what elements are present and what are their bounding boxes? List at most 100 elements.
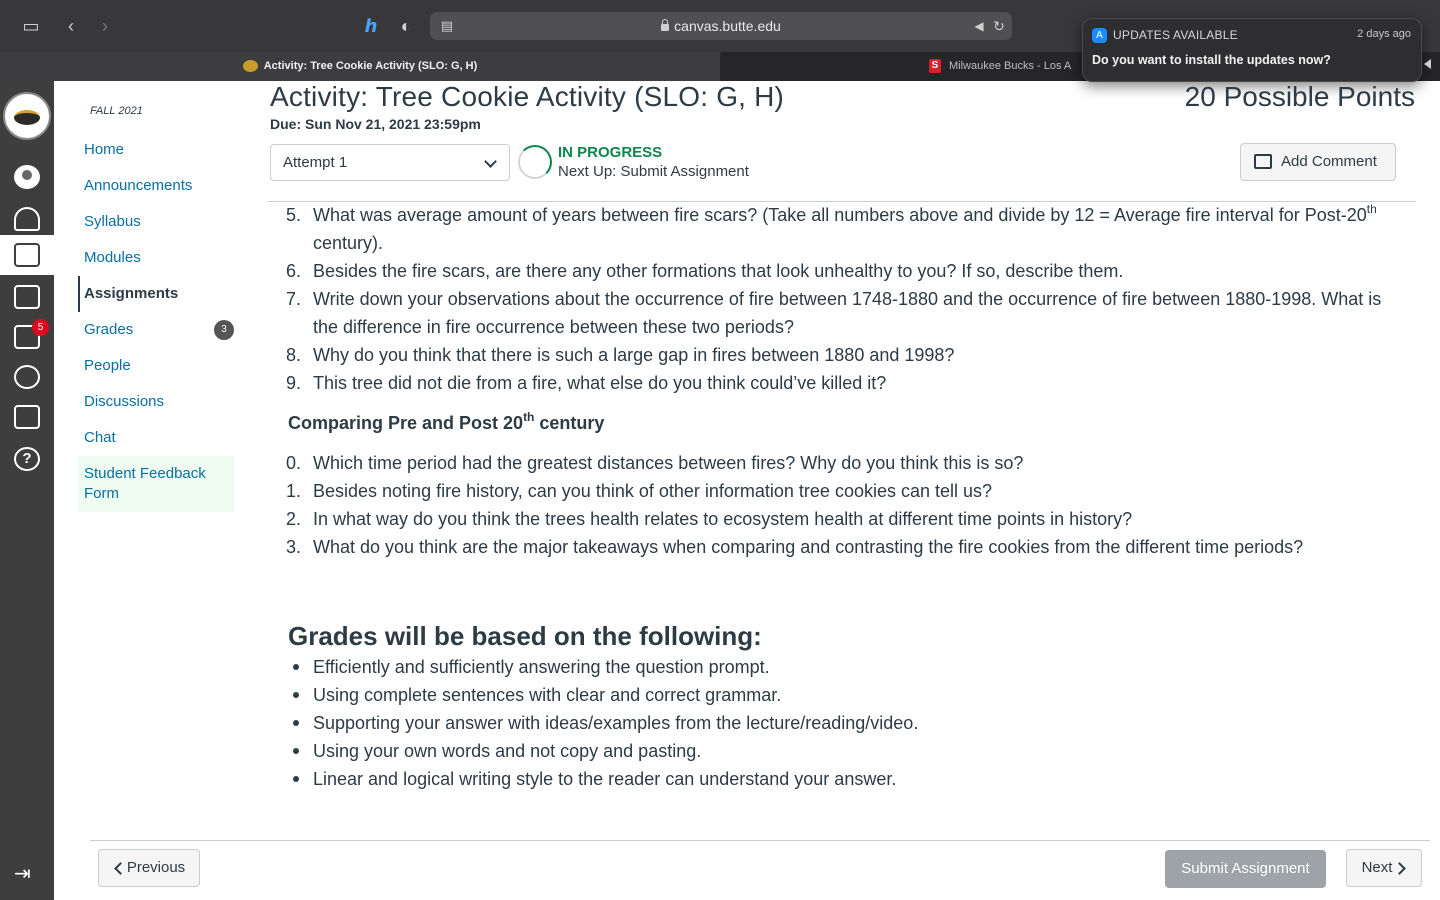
next-label: Next bbox=[1361, 859, 1393, 876]
next-button[interactable]: Next bbox=[1346, 849, 1422, 887]
nav-help[interactable]: ? bbox=[0, 439, 54, 479]
lock-icon bbox=[661, 19, 670, 31]
account-icon bbox=[14, 165, 40, 189]
questions-list: 5. What was average amount of years betwe… bbox=[286, 201, 1398, 397]
back-icon[interactable]: ‹ bbox=[58, 13, 84, 39]
list-item: 9. This tree did not die from a fire, wha… bbox=[286, 369, 1398, 397]
question-number: 6. bbox=[286, 261, 302, 281]
list-item: 7. Write down your observations about the… bbox=[286, 285, 1398, 341]
nav-inbox[interactable]: 5 bbox=[0, 317, 54, 357]
url-text: canvas.butte.edu bbox=[674, 18, 781, 34]
global-nav: 5 ? ⇥ bbox=[0, 81, 54, 900]
heading-text: Comparing Pre and Post 20 bbox=[288, 413, 524, 433]
list-item: Efficiently and sufficiently answering t… bbox=[288, 653, 1398, 681]
grades-badge: 3 bbox=[214, 320, 234, 340]
course-nav-student-feedback[interactable]: Student Feedback Form bbox=[78, 456, 234, 512]
course-nav-announcements[interactable]: Announcements bbox=[78, 168, 234, 204]
shield-icon[interactable]: ◐ bbox=[393, 13, 419, 39]
heading-text: century bbox=[534, 413, 605, 433]
question-text: Write down your observations about the o… bbox=[313, 289, 1382, 337]
course-nav-home[interactable]: Home bbox=[78, 132, 234, 168]
superscript: th bbox=[1366, 202, 1377, 216]
list-item: 2. In what way do you think the trees hea… bbox=[286, 505, 1398, 533]
question-text: century). bbox=[313, 233, 384, 253]
list-item: Using your own words and not copy and pa… bbox=[288, 737, 1398, 765]
nav-calendar[interactable] bbox=[0, 277, 54, 317]
previous-label: Previous bbox=[126, 859, 186, 876]
tab-activity[interactable]: Activity: Tree Cookie Activity (SLO: G, … bbox=[0, 52, 720, 81]
question-text: What do you think are the major takeaway… bbox=[313, 537, 1304, 557]
status-badge: IN PROGRESS bbox=[558, 144, 663, 161]
next-up-text: Next Up: Submit Assignment bbox=[558, 163, 749, 180]
submit-assignment-button[interactable]: Submit Assignment bbox=[1165, 850, 1326, 888]
question-number: 1. bbox=[286, 481, 302, 501]
list-item: Linear and logical writing style to the … bbox=[288, 765, 1398, 793]
nav-courses[interactable] bbox=[0, 235, 54, 275]
progress-ring-icon bbox=[518, 145, 552, 179]
s-favicon-icon: S bbox=[929, 59, 941, 74]
add-comment-button[interactable]: Add Comment bbox=[1240, 143, 1396, 181]
question-number: 0. bbox=[286, 453, 302, 473]
chevron-right-icon bbox=[1393, 862, 1406, 875]
comparing-heading: Comparing Pre and Post 20th century bbox=[288, 409, 1398, 437]
butte-favicon-icon bbox=[242, 60, 258, 73]
grades-heading: Grades will be based on the following: bbox=[288, 621, 762, 651]
grading-criteria-list: Efficiently and sufficiently answering t… bbox=[288, 653, 1398, 793]
course-nav-assignments[interactable]: Assignments bbox=[78, 276, 234, 312]
course-nav-grades[interactable]: Grades 3 bbox=[78, 312, 234, 348]
nav-commons[interactable] bbox=[0, 397, 54, 437]
course-nav-syllabus[interactable]: Syllabus bbox=[78, 204, 234, 240]
attempt-select[interactable]: Attempt 1 bbox=[270, 144, 510, 181]
assignment-content: 5. What was average amount of years betwe… bbox=[286, 201, 1398, 793]
tab-overflow-icon[interactable] bbox=[1424, 59, 1431, 69]
tab-label: Activity: Tree Cookie Activity (SLO: G, … bbox=[263, 60, 478, 72]
tab-label: Milwaukee Bucks - Los A bbox=[949, 60, 1072, 72]
course-nav-chat[interactable]: Chat bbox=[78, 420, 234, 456]
nav-dashboard[interactable] bbox=[0, 199, 54, 239]
list-item: Supporting your answer with ideas/exampl… bbox=[288, 709, 1398, 737]
commons-icon bbox=[14, 405, 40, 429]
calendar-icon bbox=[14, 285, 40, 309]
address-bar[interactable]: ▤ canvas.butte.edu ◀ ↻ bbox=[430, 12, 1012, 40]
add-comment-label: Add Comment bbox=[1281, 153, 1377, 170]
question-number: 8. bbox=[286, 345, 302, 365]
butte-college-logo[interactable] bbox=[3, 92, 51, 140]
term-label: FALL 2021 bbox=[90, 105, 143, 117]
extension-icon[interactable]: ℎ bbox=[358, 13, 384, 39]
possible-points: 20 Possible Points bbox=[1184, 81, 1415, 112]
question-text: Why do you think that there is such a la… bbox=[313, 345, 955, 365]
list-item: 8. Why do you think that there is such a … bbox=[286, 341, 1398, 369]
nav-account[interactable] bbox=[0, 157, 54, 197]
nav-history[interactable] bbox=[0, 357, 54, 397]
forward-icon[interactable]: › bbox=[92, 13, 118, 39]
question-text: This tree did not die from a fire, what … bbox=[313, 373, 887, 393]
reload-icon[interactable]: ↻ bbox=[986, 13, 1012, 39]
attempt-value: Attempt 1 bbox=[283, 154, 348, 171]
question-text: In what way do you think the trees healt… bbox=[313, 509, 1133, 529]
sidebar-toggle-icon[interactable]: ▭ bbox=[18, 13, 44, 39]
question-text: Which time period had the greatest dista… bbox=[313, 453, 1024, 473]
list-item: 5. What was average amount of years betwe… bbox=[286, 201, 1398, 257]
collapse-nav-icon[interactable]: ⇥ bbox=[14, 864, 42, 884]
previous-button[interactable]: Previous bbox=[98, 849, 200, 887]
course-nav: FALL 2021 Home Announcements Syllabus Mo… bbox=[54, 81, 268, 900]
course-nav-discussions[interactable]: Discussions bbox=[78, 384, 234, 420]
course-nav-people[interactable]: People bbox=[78, 348, 234, 384]
clock-icon bbox=[14, 365, 40, 389]
chevron-down-icon bbox=[484, 155, 497, 168]
list-item: 1. Besides noting fire history, can you t… bbox=[286, 477, 1398, 505]
due-date: Due: Sun Nov 21, 2021 23:59pm bbox=[270, 116, 481, 132]
question-text: Besides the fire scars, are there any ot… bbox=[313, 261, 1124, 281]
update-notification[interactable]: A UPDATES AVAILABLE 2 days ago Do you wa… bbox=[1082, 18, 1422, 82]
app-store-icon: A bbox=[1092, 28, 1107, 43]
list-item: 3. What do you think are the major takeaw… bbox=[286, 533, 1398, 561]
list-item: 0. Which time period had the greatest dis… bbox=[286, 449, 1398, 477]
page-title: Activity: Tree Cookie Activity (SLO: G, … bbox=[270, 81, 785, 112]
courses-icon bbox=[14, 243, 40, 267]
question-number: 5. bbox=[286, 205, 302, 225]
course-nav-modules[interactable]: Modules bbox=[78, 240, 234, 276]
assignment-main: Activity: Tree Cookie Activity (SLO: G, … bbox=[268, 81, 1440, 900]
comparison-questions-list: 0. Which time period had the greatest dis… bbox=[286, 449, 1398, 561]
superscript: th bbox=[523, 410, 535, 424]
course-nav-grades-label: Grades bbox=[84, 321, 134, 338]
